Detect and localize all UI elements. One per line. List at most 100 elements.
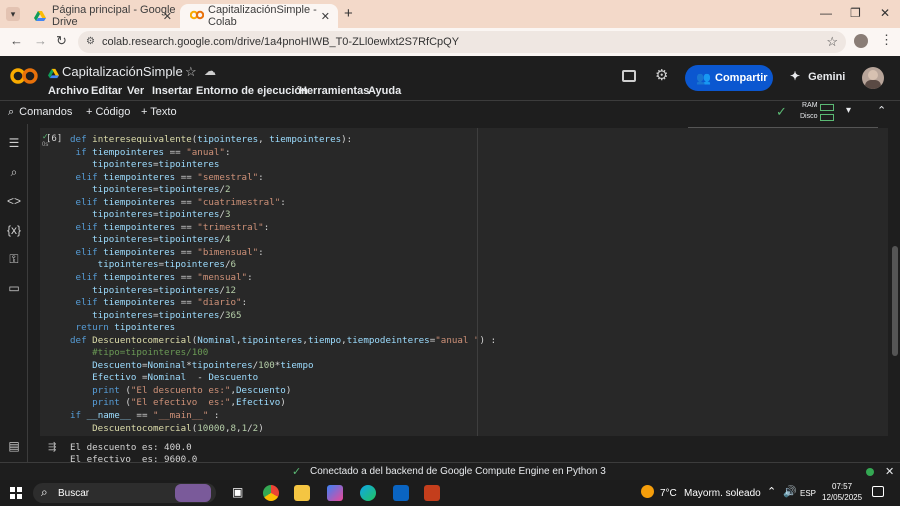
- weather-icon[interactable]: [641, 485, 654, 498]
- comments-icon[interactable]: [622, 70, 636, 82]
- tab-google-drive[interactable]: Página principal - Google Drive ✕: [24, 4, 180, 28]
- status-close-icon[interactable]: ✕: [885, 465, 894, 478]
- window-close-icon[interactable]: ✕: [880, 6, 890, 20]
- code-line[interactable]: tipointeres=tipointeres/4: [70, 234, 496, 247]
- code-cell[interactable]: ✓ 0s [6] def interesequivalente(tipointe…: [40, 128, 888, 436]
- chrome-taskbar-icon[interactable]: [263, 485, 279, 501]
- toc-icon[interactable]: ☰: [6, 136, 22, 150]
- tab-colab[interactable]: CapitalizaciónSimple - Colab ✕: [180, 4, 338, 28]
- code-line[interactable]: tipointeres=tipointeres/3: [70, 209, 496, 222]
- browser-address-bar: ← → ↻ ⚙ colab.research.google.com/drive/…: [0, 28, 900, 56]
- colab-logo-icon[interactable]: [10, 68, 38, 89]
- menu-insertar[interactable]: Insertar: [152, 85, 192, 97]
- url-input[interactable]: ⚙ colab.research.google.com/drive/1a4pno…: [78, 31, 846, 53]
- search-replace-icon[interactable]: ⌕: [6, 165, 22, 179]
- share-button[interactable]: 👥 Compartir: [685, 65, 773, 91]
- outlook-icon[interactable]: [393, 485, 409, 501]
- minimize-icon[interactable]: —: [820, 6, 832, 20]
- language-indicator[interactable]: ESP: [800, 489, 816, 498]
- account-avatar[interactable]: [862, 67, 884, 89]
- menu-archivo[interactable]: Archivo: [48, 85, 89, 97]
- code-line[interactable]: tipointeres=tipointeres/6: [70, 259, 496, 272]
- browser-menu-icon[interactable]: ⋮: [880, 32, 893, 48]
- code-line[interactable]: Descuento=Nominal*tipointeres/100*tiempo: [70, 360, 496, 373]
- weather-temp[interactable]: 7°C: [660, 488, 677, 499]
- code-line[interactable]: tipointeres=tipointeres/2: [70, 184, 496, 197]
- share-label: Compartir: [715, 72, 768, 84]
- restore-icon[interactable]: ❐: [850, 6, 861, 20]
- code-line[interactable]: def Descuentocomercial(Nominal,tipointer…: [70, 335, 496, 348]
- output-icon[interactable]: ⇶: [48, 442, 56, 453]
- add-code-button[interactable]: + Código: [86, 106, 130, 118]
- clock-time[interactable]: 07:57: [832, 482, 852, 491]
- edge-icon[interactable]: [360, 485, 376, 501]
- side-rail: ☰ ⌕ <> {x} ⚿ ▭ ▤: [0, 124, 28, 462]
- tab-label: CapitalizaciónSimple - Colab: [208, 4, 317, 28]
- code-line[interactable]: print ("El efectivo es:",Efectivo): [70, 397, 496, 410]
- clock-date[interactable]: 12/05/2025: [822, 493, 862, 502]
- code-line[interactable]: if __name__ == "__main__" :: [70, 410, 496, 423]
- scrollbar[interactable]: [892, 246, 898, 356]
- menu-editar[interactable]: Editar: [91, 85, 122, 97]
- code-snippets-icon[interactable]: <>: [6, 194, 22, 208]
- menu-ayuda[interactable]: Ayuda: [368, 85, 401, 97]
- windows-start-icon[interactable]: [10, 487, 22, 499]
- reload-icon[interactable]: ↻: [56, 33, 67, 49]
- gemini-button[interactable]: ✦ Gemini: [790, 69, 845, 83]
- code-line[interactable]: tipointeres=tipointeres: [70, 159, 496, 172]
- code-line[interactable]: elif tiempointeres == "bimensual":: [70, 247, 496, 260]
- disk-meter[interactable]: [820, 114, 834, 121]
- runtime-dropdown-icon[interactable]: ▾: [846, 105, 851, 116]
- menu-entorno[interactable]: Entorno de ejecución: [196, 85, 308, 97]
- colab-icon: [189, 10, 205, 22]
- close-icon[interactable]: ✕: [321, 10, 330, 23]
- secrets-key-icon[interactable]: ⚿: [6, 252, 22, 266]
- terminal-icon[interactable]: ▤: [6, 439, 22, 453]
- code-line[interactable]: tipointeres=tipointeres/12: [70, 285, 496, 298]
- settings-gear-icon[interactable]: ⚙: [655, 66, 668, 84]
- collapse-chevron-icon[interactable]: ⌃: [877, 104, 886, 117]
- new-tab-button[interactable]: +: [344, 5, 353, 22]
- weather-text[interactable]: Mayorm. soleado: [684, 488, 761, 499]
- commands-button[interactable]: ⌕ Comandos: [8, 106, 72, 119]
- code-line[interactable]: elif tiempointeres == "cuatrimestral":: [70, 197, 496, 210]
- code-line[interactable]: Efectivo =Nominal - Descuento: [70, 372, 496, 385]
- code-line[interactable]: Descuentocomercial(10000,8,1/2): [70, 423, 496, 436]
- back-icon[interactable]: ←: [10, 33, 23, 48]
- code-line[interactable]: return tipointeres: [70, 322, 496, 335]
- volume-icon[interactable]: 🔊: [783, 485, 797, 498]
- notebook-title[interactable]: CapitalizaciónSimple: [62, 64, 183, 79]
- cloud-icon[interactable]: ☁: [204, 64, 216, 78]
- code-line[interactable]: if tiempointeres == "anual":: [70, 147, 496, 160]
- code-line[interactable]: tipointeres=tipointeres/365: [70, 310, 496, 323]
- task-view-icon[interactable]: ▣: [232, 485, 243, 499]
- add-text-button[interactable]: + Texto: [141, 106, 177, 118]
- code-line[interactable]: elif tiempointeres == "trimestral":: [70, 222, 496, 235]
- copilot-icon[interactable]: [327, 485, 343, 501]
- powerpoint-icon[interactable]: [424, 485, 440, 501]
- menu-herramientas[interactable]: Herramientas: [299, 85, 369, 97]
- star-icon[interactable]: ☆: [185, 64, 197, 80]
- profile-avatar[interactable]: [854, 34, 868, 48]
- ram-meter[interactable]: [820, 104, 834, 111]
- close-icon[interactable]: ✕: [163, 10, 172, 23]
- forward-icon[interactable]: →: [34, 33, 47, 48]
- code-line[interactable]: print ("El descuento es:",Descuento): [70, 385, 496, 398]
- menu-ver[interactable]: Ver: [127, 85, 144, 97]
- code-line[interactable]: def interesequivalente(tipointeres, tiem…: [70, 134, 496, 147]
- bookmark-star-icon[interactable]: ☆: [826, 31, 838, 53]
- code-line[interactable]: elif tiempointeres == "mensual":: [70, 272, 496, 285]
- code-line[interactable]: #tipo=tipointeres/100: [70, 347, 496, 360]
- tab-search-icon[interactable]: ▾: [6, 7, 20, 21]
- notifications-icon[interactable]: [872, 486, 884, 497]
- status-text: Conectado a del backend de Google Comput…: [310, 466, 606, 477]
- taskbar-search-box[interactable]: ⌕ Buscar: [33, 483, 216, 503]
- variables-icon[interactable]: {x}: [6, 223, 22, 237]
- code-line[interactable]: elif tiempointeres == "diario":: [70, 297, 496, 310]
- file-explorer-icon[interactable]: [294, 485, 310, 501]
- tray-chevron-icon[interactable]: ⌃: [767, 485, 776, 498]
- code-line[interactable]: elif tiempointeres == "semestral":: [70, 172, 496, 185]
- code-editor[interactable]: def interesequivalente(tipointeres, tiem…: [70, 134, 496, 435]
- files-folder-icon[interactable]: ▭: [6, 281, 22, 295]
- site-info-icon[interactable]: ⚙: [86, 31, 95, 53]
